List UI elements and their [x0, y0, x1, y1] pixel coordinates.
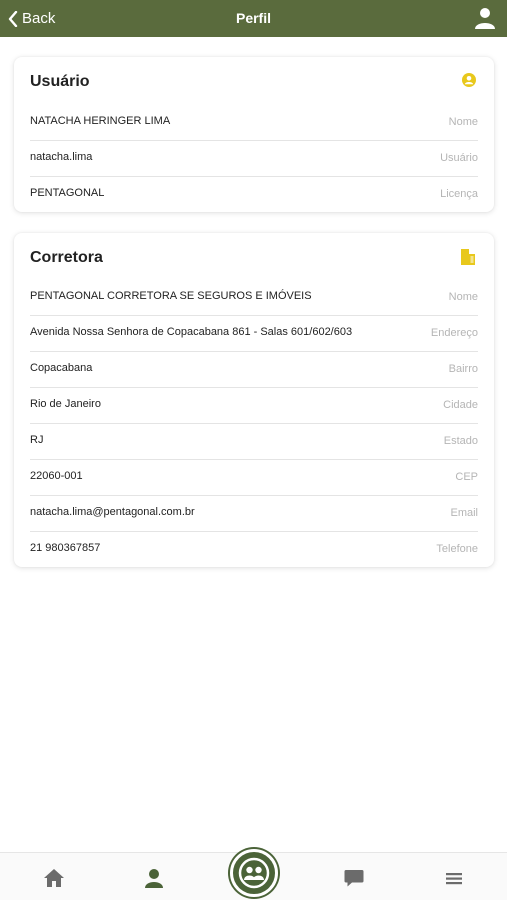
usuario-licenca-value: PENTAGONAL [30, 187, 105, 199]
usuario-card-header: Usuário [14, 57, 494, 105]
corretora-row-telefone: 21 980367857 Telefone [30, 532, 478, 568]
usuario-row-licenca: PENTAGONAL Licença [30, 177, 478, 213]
corretora-endereco-label: Endereço [430, 327, 478, 339]
user-icon[interactable] [473, 6, 497, 30]
chat-icon[interactable] [343, 867, 365, 889]
corretora-estado-label: Estado [443, 435, 478, 447]
group-button[interactable] [230, 849, 278, 897]
corretora-row-estado: RJ Estado [30, 424, 478, 460]
usuario-usuario-label: Usuário [440, 152, 478, 164]
corretora-cep-label: CEP [455, 471, 478, 483]
usuario-nome-label: Nome [448, 116, 478, 128]
usuario-nome-value: NATACHA HERINGER LIMA [30, 115, 171, 127]
corretora-bairro-value: Copacabana [30, 362, 93, 374]
usuario-row-usuario: natacha.lima Usuário [30, 141, 478, 177]
corretora-row-bairro: Copacabana Bairro [30, 352, 478, 388]
page-title: Perfil [235, 10, 271, 26]
corretora-bairro-label: Bairro [448, 363, 478, 375]
user-circle-icon [462, 73, 476, 87]
corretora-nome-label: Nome [448, 291, 478, 303]
usuario-licenca-label: Licença [440, 188, 478, 200]
corretora-telefone-value: 21 980367857 [30, 542, 101, 554]
corretora-card: Corretora PENTAGONAL CORRETORA SE SEGURO… [14, 233, 494, 567]
corretora-card-header: Corretora [14, 233, 494, 280]
corretora-cep-value: 22060-001 [30, 470, 83, 482]
corretora-nome-value: PENTAGONAL CORRETORA SE SEGUROS E IMÓVEI… [30, 290, 312, 302]
corretora-title: Corretora [30, 249, 103, 266]
profile-icon[interactable] [143, 867, 165, 889]
corretora-row-cep: 22060-001 CEP [30, 460, 478, 496]
corretora-telefone-label: Telefone [436, 543, 478, 555]
usuario-row-nome: NATACHA HERINGER LIMA Nome [30, 105, 478, 141]
usuario-title: Usuário [30, 73, 90, 90]
group-icon [238, 857, 270, 889]
corretora-cidade-value: Rio de Janeiro [30, 398, 101, 410]
usuario-card: Usuário NATACHA HERINGER LIMA Nome natac… [14, 57, 494, 212]
home-icon[interactable] [43, 867, 65, 889]
corretora-cidade-label: Cidade [443, 399, 478, 411]
usuario-usuario-value: natacha.lima [30, 151, 93, 163]
corretora-estado-value: RJ [30, 434, 44, 446]
menu-icon[interactable] [443, 867, 465, 889]
bottom-nav [0, 849, 507, 900]
corretora-email-value: natacha.lima@pentagonal.com.br [30, 506, 195, 518]
corretora-row-nome: PENTAGONAL CORRETORA SE SEGUROS E IMÓVEI… [30, 280, 478, 316]
corretora-row-endereco: Avenida Nossa Senhora de Copacabana 861 … [30, 316, 478, 352]
corretora-row-email: natacha.lima@pentagonal.com.br Email [30, 496, 478, 532]
building-icon [461, 249, 475, 265]
top-bar: Back Perfil [0, 0, 507, 37]
corretora-endereco-value: Avenida Nossa Senhora de Copacabana 861 … [30, 326, 353, 338]
corretora-email-label: Email [450, 507, 478, 519]
corretora-row-cidade: Rio de Janeiro Cidade [30, 388, 478, 424]
